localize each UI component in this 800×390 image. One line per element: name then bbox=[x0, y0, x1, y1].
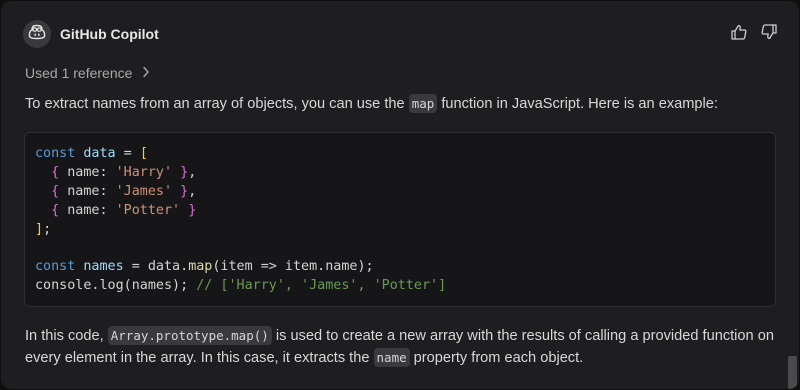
copilot-icon bbox=[28, 24, 46, 45]
keyword: const bbox=[35, 146, 76, 161]
copilot-avatar bbox=[23, 20, 51, 48]
identifier: names bbox=[83, 259, 124, 275]
scrollbar-thumb[interactable] bbox=[788, 356, 797, 389]
punctuation: , bbox=[188, 183, 197, 199]
string-literal: 'James' bbox=[115, 183, 173, 199]
identifier: data bbox=[83, 146, 116, 161]
thumbs-down-button[interactable] bbox=[759, 23, 779, 46]
code-line: const data = [ bbox=[35, 145, 765, 164]
operator: = bbox=[115, 146, 140, 161]
bracket: } bbox=[180, 183, 189, 199]
function-name: map bbox=[188, 259, 213, 275]
code-line: const names = data.map(item => item.name… bbox=[35, 258, 765, 277]
chat-response-panel: GitHub Copilot Used 1 reference To extra… bbox=[1, 1, 799, 389]
punctuation: , bbox=[188, 164, 197, 180]
thumbs-down-icon bbox=[760, 23, 778, 46]
bracket: } bbox=[180, 164, 189, 180]
intro-text: To extract names from an array of object… bbox=[25, 96, 409, 112]
bracket: [ bbox=[139, 146, 148, 161]
feedback-actions bbox=[729, 23, 779, 46]
code-comment: // ['Harry', 'James', 'Potter'] bbox=[196, 278, 447, 294]
code-block: const data = [ { name: 'Harry' }, { name… bbox=[24, 132, 776, 307]
assistant-name: GitHub Copilot bbox=[60, 26, 159, 42]
code-line: console.log(names); // ['Harry', 'James'… bbox=[35, 277, 765, 296]
intro-paragraph: To extract names from an array of object… bbox=[25, 93, 777, 115]
inline-code-name: name bbox=[373, 348, 410, 367]
property: name: bbox=[59, 183, 116, 199]
reference-label: Used 1 reference bbox=[25, 65, 133, 81]
punctuation: ; bbox=[43, 221, 52, 237]
explanation-text: In this code, bbox=[25, 328, 108, 344]
code-line: { name: 'James' }, bbox=[35, 183, 765, 202]
expression: console.log(names); bbox=[35, 278, 197, 294]
keyword: const bbox=[35, 259, 76, 275]
bracket: { bbox=[51, 183, 60, 199]
expression: (item => item.name); bbox=[212, 259, 374, 275]
thumbs-up-icon bbox=[730, 23, 748, 46]
bracket: { bbox=[51, 202, 60, 218]
code-line: ]; bbox=[35, 221, 765, 240]
code-line: { name: 'Potter' } bbox=[35, 202, 765, 221]
thumbs-up-button[interactable] bbox=[729, 24, 749, 44]
chevron-right-icon bbox=[142, 65, 150, 81]
explanation-paragraph: In this code, Array.prototype.map() is u… bbox=[25, 325, 777, 369]
bracket: ] bbox=[35, 221, 44, 237]
code-line: { name: 'Harry' }, bbox=[35, 164, 765, 183]
response-header: GitHub Copilot bbox=[23, 19, 779, 49]
inline-code-array-map: Array.prototype.map() bbox=[107, 326, 272, 345]
used-references-toggle[interactable]: Used 1 reference bbox=[25, 65, 150, 81]
property: name: bbox=[59, 164, 116, 180]
property: name: bbox=[59, 202, 116, 218]
intro-text-end: function in JavaScript. Here is an examp… bbox=[437, 96, 718, 112]
expression: = data. bbox=[123, 259, 189, 275]
bracket: { bbox=[51, 164, 60, 180]
string-literal: 'Harry' bbox=[115, 164, 173, 180]
explanation-text-end: property from each object. bbox=[409, 350, 584, 366]
bracket: } bbox=[188, 202, 197, 218]
string-literal: 'Potter' bbox=[115, 202, 181, 218]
inline-code-map: map bbox=[408, 94, 438, 113]
